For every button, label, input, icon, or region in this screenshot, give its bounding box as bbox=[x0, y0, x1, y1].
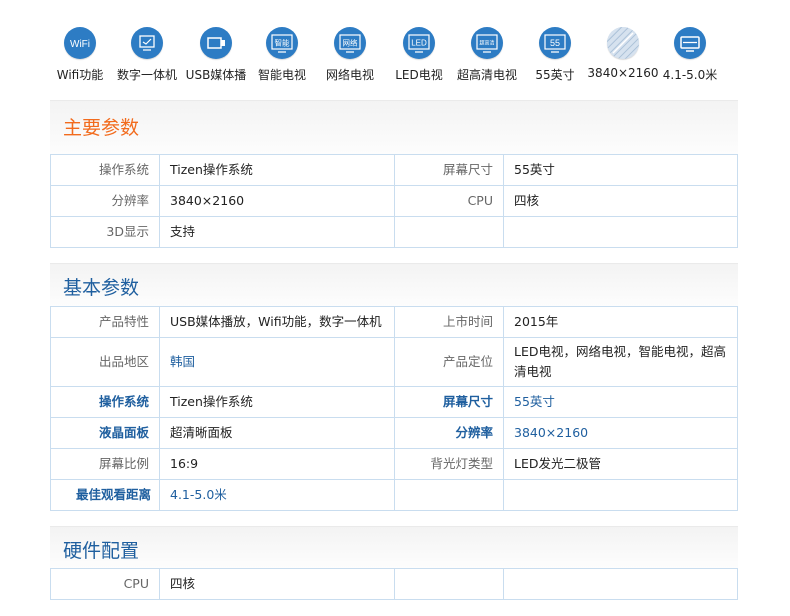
param-key: 屏幕尺寸 bbox=[394, 386, 504, 418]
param-value: Tizen操作系统 bbox=[159, 154, 395, 186]
param-value: 3840×2160 bbox=[159, 185, 395, 217]
param-key: 出品地区 bbox=[50, 337, 160, 387]
section-basic-params: 基本参数 产品特性 USB媒体播放，Wifi功能，数字一体机 上市时间 2015… bbox=[50, 263, 738, 511]
param-value: Tizen操作系统 bbox=[159, 386, 395, 418]
param-key bbox=[394, 216, 504, 248]
param-value[interactable]: 55英寸 bbox=[503, 386, 738, 418]
param-value: 16:9 bbox=[159, 448, 395, 480]
param-key: CPU bbox=[50, 568, 160, 600]
param-key: 屏幕尺寸 bbox=[394, 154, 504, 186]
table-row: 液晶面板 超清晰面板 分辨率 3840×2160 bbox=[50, 417, 738, 449]
usb-media-icon bbox=[200, 27, 232, 59]
wifi-icon: WiFi bbox=[64, 27, 96, 59]
param-value[interactable]: 韩国 bbox=[159, 337, 395, 387]
svg-text:55: 55 bbox=[550, 38, 560, 48]
params-table: 产品特性 USB媒体播放，Wifi功能，数字一体机 上市时间 2015年 出品地… bbox=[50, 306, 738, 511]
table-row: 操作系统 Tizen操作系统 屏幕尺寸 55英寸 bbox=[50, 154, 738, 186]
feature-icon-bar: WiFi Wifi功能 数字一体机 USB媒体播 智能 智能电视 网络 网络电视… bbox=[52, 22, 772, 88]
network-tv-icon: 网络 bbox=[334, 27, 366, 59]
table-row: 分辨率 3840×2160 CPU 四核 bbox=[50, 185, 738, 217]
svg-text:超高清: 超高清 bbox=[479, 40, 494, 47]
param-value: USB媒体播放，Wifi功能，数字一体机 bbox=[159, 306, 395, 338]
params-table: CPU 四核 bbox=[50, 568, 738, 600]
param-value: LED电视，网络电视，智能电视，超高清电视 bbox=[503, 337, 738, 387]
feature-label: 网络电视 bbox=[325, 68, 374, 82]
resolution-icon bbox=[607, 27, 639, 59]
section-title: 基本参数 bbox=[63, 277, 140, 299]
section-main-params: 主要参数 操作系统 Tizen操作系统 屏幕尺寸 55英寸 分辨率 3840×2… bbox=[50, 100, 738, 248]
table-row: 产品特性 USB媒体播放，Wifi功能，数字一体机 上市时间 2015年 bbox=[50, 306, 738, 338]
section-header: 硬件配置 bbox=[50, 526, 738, 568]
feature-network-tv[interactable]: 网络 网络电视 bbox=[310, 22, 390, 83]
param-key bbox=[394, 479, 504, 511]
feature-all-in-one[interactable]: 数字一体机 bbox=[107, 22, 187, 83]
table-row: 最佳观看距离 4.1-5.0米 bbox=[50, 479, 738, 511]
param-key: 上市时间 bbox=[394, 306, 504, 338]
table-row: 操作系统 Tizen操作系统 屏幕尺寸 55英寸 bbox=[50, 386, 738, 418]
param-value bbox=[503, 568, 738, 600]
param-value: 支持 bbox=[159, 216, 395, 248]
section-header: 主要参数 bbox=[50, 100, 738, 154]
svg-text:智能: 智能 bbox=[275, 38, 290, 48]
svg-text:LED: LED bbox=[411, 39, 427, 48]
led-tv-icon: LED bbox=[403, 27, 435, 59]
param-value bbox=[503, 216, 738, 248]
screen-size-icon: 55 bbox=[539, 27, 571, 59]
all-in-one-icon bbox=[131, 27, 163, 59]
table-row: CPU 四核 bbox=[50, 568, 738, 600]
param-key: 液晶面板 bbox=[50, 417, 160, 449]
param-key: 产品定位 bbox=[394, 337, 504, 387]
param-key: 3D显示 bbox=[50, 216, 160, 248]
param-value: 2015年 bbox=[503, 306, 738, 338]
param-key: 屏幕比例 bbox=[50, 448, 160, 480]
param-value[interactable]: 3840×2160 bbox=[503, 417, 738, 449]
param-key: 操作系统 bbox=[50, 386, 160, 418]
feature-label: 4.1-5.0米 bbox=[662, 68, 718, 82]
svg-text:网络: 网络 bbox=[343, 38, 358, 48]
section-title: 硬件配置 bbox=[63, 540, 140, 562]
param-value: 四核 bbox=[503, 185, 738, 217]
param-value: 四核 bbox=[159, 568, 395, 600]
param-value: 55英寸 bbox=[503, 154, 738, 186]
svg-text:WiFi: WiFi bbox=[70, 39, 90, 50]
param-value: LED发光二极管 bbox=[503, 448, 738, 480]
param-key bbox=[394, 568, 504, 600]
table-row: 屏幕比例 16:9 背光灯类型 LED发光二极管 bbox=[50, 448, 738, 480]
uhd-tv-icon: 超高清 bbox=[471, 27, 503, 59]
param-key: 最佳观看距离 bbox=[50, 479, 160, 511]
viewing-distance-icon bbox=[674, 27, 706, 59]
section-title: 主要参数 bbox=[63, 117, 140, 139]
param-key: 操作系统 bbox=[50, 154, 160, 186]
param-key: CPU bbox=[394, 185, 504, 217]
table-row: 3D显示 支持 bbox=[50, 216, 738, 248]
feature-label: 数字一体机 bbox=[116, 68, 177, 82]
param-value[interactable]: 4.1-5.0米 bbox=[159, 479, 395, 511]
param-key: 背光灯类型 bbox=[394, 448, 504, 480]
param-value: 超清晰面板 bbox=[159, 417, 395, 449]
table-row: 出品地区 韩国 产品定位 LED电视，网络电视，智能电视，超高清电视 bbox=[50, 337, 738, 387]
section-header: 基本参数 bbox=[50, 263, 738, 306]
smart-tv-icon: 智能 bbox=[266, 27, 298, 59]
param-key: 分辨率 bbox=[394, 417, 504, 449]
feature-viewing-distance[interactable]: 4.1-5.0米 bbox=[650, 22, 730, 83]
param-key: 分辨率 bbox=[50, 185, 160, 217]
section-hardware: 硬件配置 CPU 四核 bbox=[50, 526, 738, 600]
param-value bbox=[503, 479, 738, 511]
param-key: 产品特性 bbox=[50, 306, 160, 338]
params-table: 操作系统 Tizen操作系统 屏幕尺寸 55英寸 分辨率 3840×2160 C… bbox=[50, 154, 738, 248]
